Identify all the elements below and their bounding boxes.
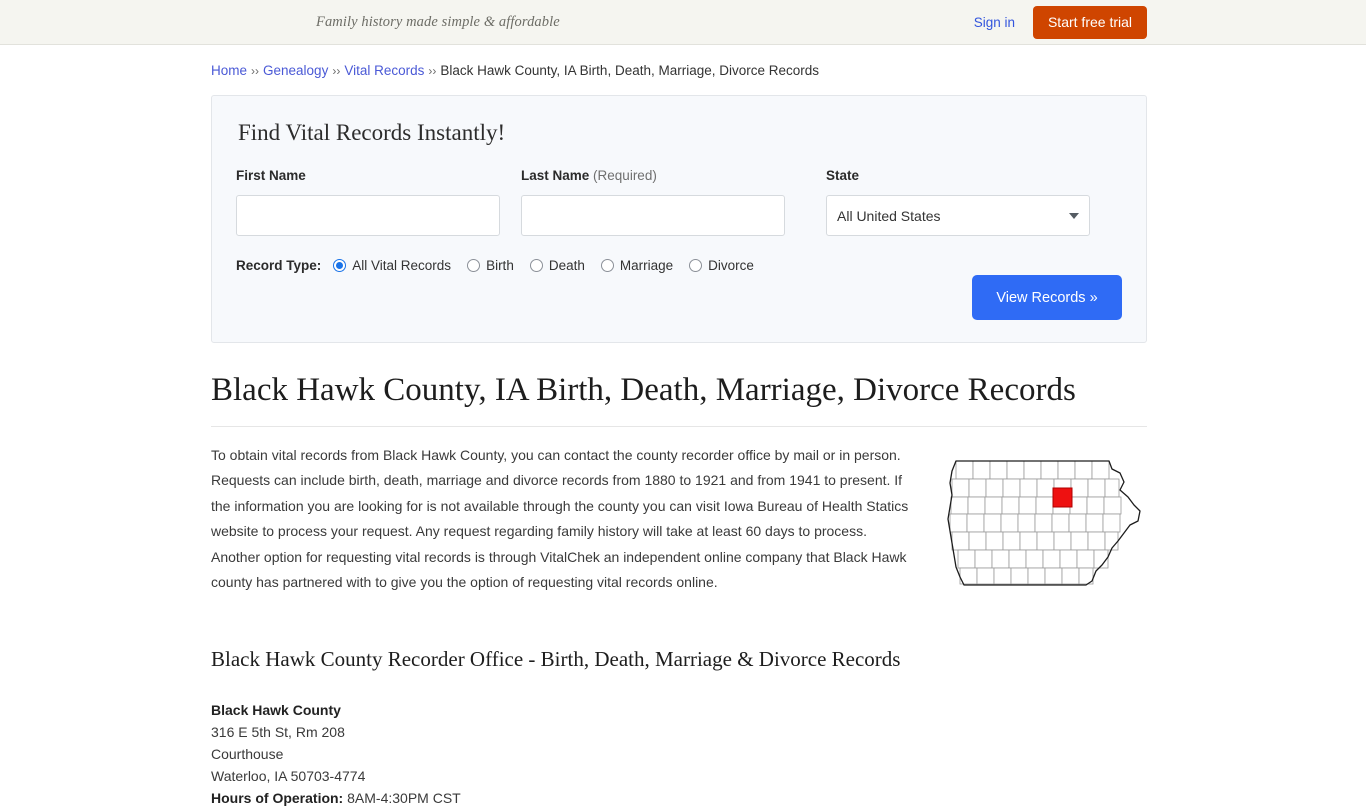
breadcrumb-item-vital-records[interactable]: Vital Records — [344, 63, 424, 78]
intro-section: To obtain vital records from Black Hawk … — [211, 443, 1147, 596]
last-name-label: Last Name (Required) — [521, 168, 785, 184]
iowa-county-map — [942, 449, 1147, 599]
record-type-option-birth[interactable]: Birth — [467, 258, 514, 273]
record-type-option-label: Marriage — [619, 258, 674, 273]
address-street: 316 E 5th St, Rm 208 — [211, 724, 345, 741]
address-hours: Hours of Operation: 8AM-4:30PM CST — [211, 787, 1147, 809]
hours-value: 8AM-4:30PM CST — [347, 790, 461, 807]
site-tagline: Family history made simple & affordable — [316, 14, 560, 30]
address-building: Courthouse — [211, 746, 284, 763]
site-header: Family history made simple & affordable … — [0, 0, 1366, 45]
record-type-option-label: Divorce — [708, 258, 754, 273]
breadcrumb-current-page: Black Hawk County, IA Birth, Death, Marr… — [440, 63, 820, 78]
first-name-label-text: First Name — [236, 168, 306, 183]
state-label-text: State — [826, 168, 860, 183]
record-type-option-death[interactable]: Death — [529, 258, 585, 273]
last-name-field-group: Last Name (Required) — [521, 168, 785, 236]
breadcrumb-separator: ›› — [251, 64, 260, 78]
record-type-option-label: Death — [548, 258, 585, 273]
breadcrumb-separator: ›› — [428, 64, 437, 78]
record-type-label: Record Type: — [236, 258, 322, 273]
iowa-map-icon — [947, 460, 1141, 586]
search-fields-row: First Name Last Name (Required) State Al… — [236, 168, 1122, 236]
first-name-field-group: First Name — [236, 168, 500, 236]
start-free-trial-button[interactable]: Start free trial — [1032, 5, 1147, 39]
sign-in-link[interactable]: Sign in — [974, 15, 1015, 30]
recorder-office-address: Black Hawk County 316 E 5th St, Rm 208 C… — [211, 699, 1147, 809]
record-type-option-divorce[interactable]: Divorce — [689, 258, 754, 273]
header-actions: Sign in Start free trial — [974, 0, 1147, 44]
state-label: State — [826, 168, 1090, 184]
first-name-label: First Name — [236, 168, 500, 184]
record-type-option-all-vital-records[interactable]: All Vital Records — [333, 258, 451, 273]
state-select[interactable]: All United States — [826, 195, 1090, 236]
radio-icon-selected[interactable] — [333, 259, 347, 272]
record-type-option-label: Birth — [486, 258, 514, 273]
hours-label: Hours of Operation: — [211, 790, 344, 807]
last-name-label-text: Last Name — [521, 168, 590, 183]
search-panel-title: Find Vital Records Instantly! — [238, 120, 506, 145]
breadcrumb-item-home[interactable]: Home — [211, 63, 247, 78]
first-name-input[interactable] — [236, 195, 500, 236]
recorder-office-subheading: Black Hawk County Recorder Office - Birt… — [211, 646, 901, 671]
radio-icon[interactable] — [600, 259, 614, 272]
record-type-option-marriage[interactable]: Marriage — [600, 258, 674, 273]
radio-icon[interactable] — [689, 259, 703, 272]
search-submit-row: View Records » — [972, 275, 1122, 320]
radio-icon[interactable] — [529, 259, 543, 272]
last-name-required-note: (Required) — [593, 168, 657, 183]
page-title: Black Hawk County, IA Birth, Death, Marr… — [211, 372, 1147, 427]
record-type-option-label: All Vital Records — [352, 258, 452, 273]
breadcrumb-item-genealogy[interactable]: Genealogy — [263, 63, 328, 78]
address-county-name: Black Hawk County — [211, 702, 341, 719]
address-city-state-zip: Waterloo, IA 50703-4774 — [211, 768, 366, 785]
vital-records-search-panel: Find Vital Records Instantly! First Name… — [211, 95, 1147, 343]
radio-icon[interactable] — [467, 259, 481, 272]
state-select-wrapper: All United States — [826, 195, 1090, 236]
state-field-group: State All United States — [826, 168, 1090, 236]
last-name-input[interactable] — [521, 195, 785, 236]
view-records-button[interactable]: View Records » — [972, 275, 1122, 320]
breadcrumb-separator: ›› — [332, 64, 341, 78]
record-type-radio-group: Record Type: All Vital Records Birth Dea… — [236, 258, 1122, 273]
breadcrumb: Home ›› Genealogy ›› Vital Records ›› Black Ha… — [211, 62, 1147, 80]
